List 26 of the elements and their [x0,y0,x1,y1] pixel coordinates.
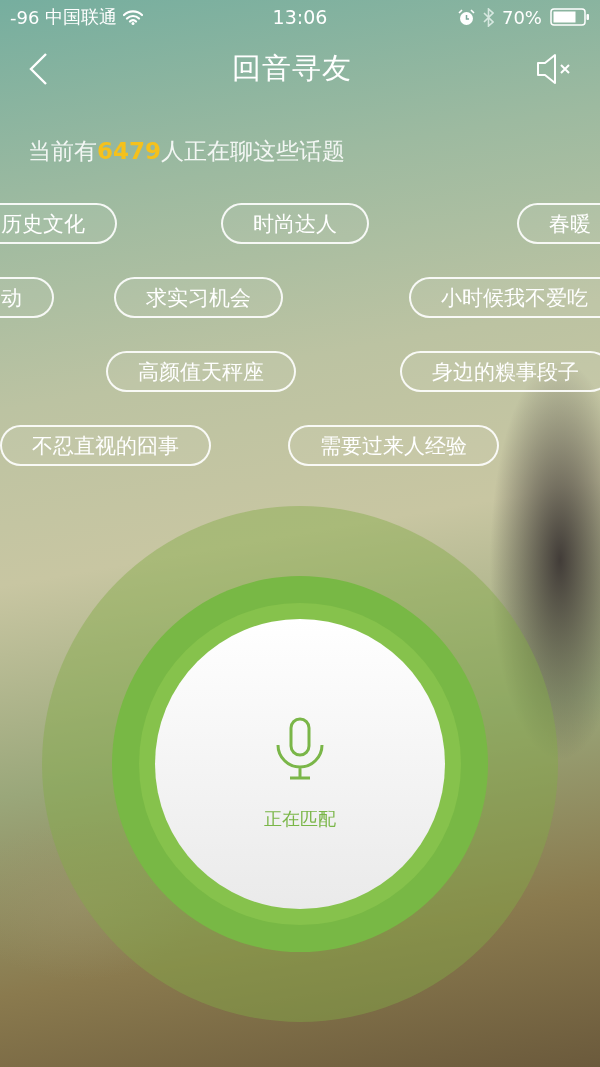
carrier-name: 中国联通 [45,5,118,29]
bluetooth-icon [482,7,494,27]
speaker-muted-icon [536,53,572,85]
wifi-icon [123,9,144,25]
topic-tag[interactable]: 春暖 [517,203,600,244]
page-title: 回音寻友 [232,50,352,87]
topic-tag[interactable]: 小时候我不爱吃 [409,277,600,318]
battery-percent: 70% [501,6,542,28]
microphone-icon [275,717,325,781]
topic-tag[interactable]: 身边的糗事段子 [400,351,600,392]
alarm-icon [457,8,475,26]
match-button[interactable]: 正在匹配 [155,619,445,909]
topic-tag[interactable]: 时尚达人 [221,203,369,244]
topic-tag[interactable]: 高颜值天秤座 [106,351,296,392]
battery-icon [550,8,590,26]
topic-tag[interactable]: 需要过来人经验 [288,425,499,466]
topic-tag[interactable]: 历史文化 [0,203,117,244]
online-count-text: 当前有6479人正在聊这些话题 [28,137,346,166]
topic-tag[interactable]: 动 [0,277,54,318]
mute-button[interactable] [536,53,572,85]
topic-tag[interactable]: 不忍直视的囧事 [0,425,211,466]
back-button[interactable] [28,52,48,86]
back-chevron-icon [28,52,48,86]
signal-strength: -96 [10,6,40,28]
clock-time: 13:06 [272,6,328,28]
topic-tag[interactable]: 求实习机会 [114,277,283,318]
